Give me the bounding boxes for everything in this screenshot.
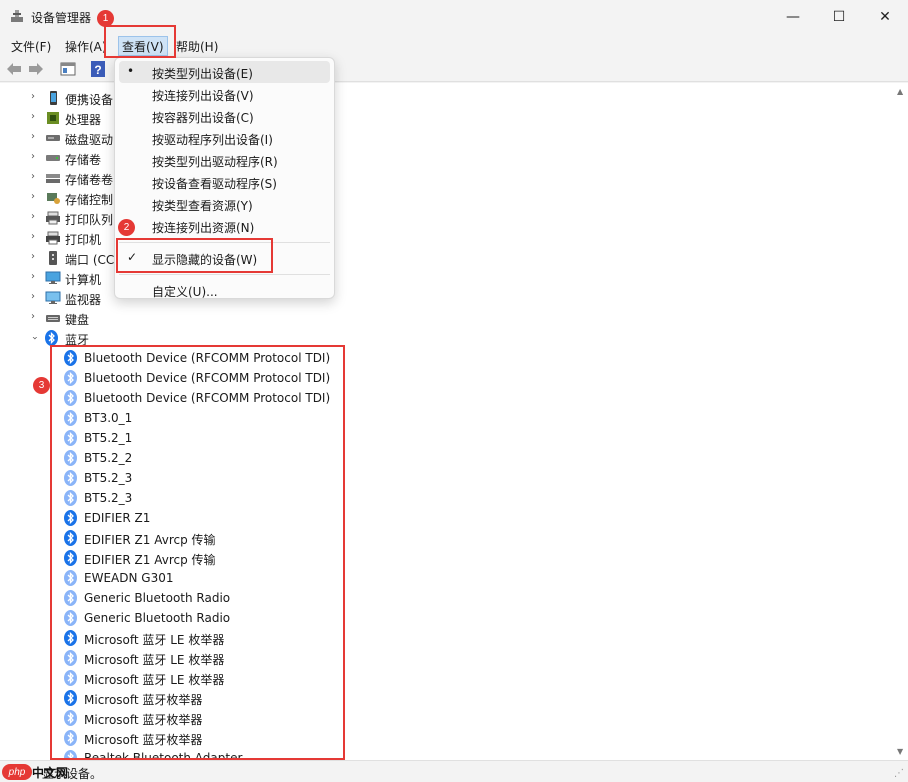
chevron-right-icon[interactable]: › (27, 171, 39, 185)
properties-icon (60, 62, 76, 76)
svg-text:?: ? (94, 63, 101, 77)
help-button[interactable]: ? (89, 60, 107, 78)
annotation-badge-3: 3 (33, 377, 50, 394)
tree-category-label: 存储控制 (65, 193, 114, 207)
view-menu-item[interactable]: 按连接列出设备(V) (119, 83, 330, 105)
annotation-box-view-menu (104, 25, 176, 58)
view-menu-item[interactable]: 按类型列出驱动程序(R) (119, 149, 330, 171)
watermark-logo: php (2, 764, 32, 780)
view-menu-item-label: 自定义(U)... (152, 285, 218, 299)
view-menu-item-label: 按类型查看资源(Y) (152, 199, 253, 213)
properties-button[interactable] (59, 60, 77, 78)
watermark-text: 中文网 (32, 766, 69, 780)
window-title: 设备管理器 (31, 11, 92, 25)
annotation-box-show-hidden (116, 238, 273, 273)
tree-category-row[interactable]: › 键盘 (0, 308, 893, 328)
back-button[interactable] (5, 60, 23, 78)
annotation-box-bluetooth-devices (50, 345, 345, 760)
menu-file[interactable]: 文件(F) (8, 37, 54, 56)
tree-category-label: 便携设备 (65, 93, 114, 107)
chevron-right-icon[interactable]: › (27, 251, 39, 265)
chevron-right-icon[interactable]: › (27, 231, 39, 245)
portable-device-icon (50, 91, 57, 105)
view-menu-item[interactable]: 按类型查看资源(Y) (119, 193, 330, 215)
help-icon: ? (91, 61, 105, 77)
status-bar: 显示设备。 (0, 760, 908, 782)
monitor-icon (45, 291, 61, 304)
port-icon (49, 251, 57, 265)
view-menu-item-label: 按连接列出资源(N) (152, 221, 255, 235)
chevron-right-icon[interactable]: › (27, 131, 39, 145)
chevron-right-icon[interactable]: › (27, 111, 39, 125)
printer-icon (46, 231, 60, 245)
view-menu-item-label: 按类型列出设备(E) (152, 67, 253, 81)
view-menu-customize[interactable]: 自定义(U)... (119, 279, 330, 301)
maximize-icon: ☐ (832, 9, 846, 25)
storage-controller-icon (47, 193, 60, 204)
annotation-badge-1: 1 (97, 10, 114, 27)
tree-category-label: 计算机 (65, 273, 102, 287)
view-menu-item[interactable]: 按连接列出资源(N) (119, 215, 330, 237)
close-icon: ✕ (879, 9, 891, 25)
print-queue-icon (46, 211, 60, 225)
vertical-scrollbar[interactable]: ▲ ▼ (893, 83, 908, 760)
tree-category-label: 打印机 (65, 233, 102, 247)
scroll-down-icon[interactable]: ▼ (897, 747, 903, 756)
view-menu-item-label: 按设备查看驱动程序(S) (152, 177, 277, 191)
view-menu-item-label: 按连接列出设备(V) (152, 89, 254, 103)
close-button[interactable]: ✕ (862, 0, 908, 34)
minimize-button[interactable]: — (770, 0, 816, 34)
menu-action[interactable]: 操作(A) (62, 37, 110, 56)
chevron-right-icon[interactable]: › (27, 151, 39, 165)
computer-icon (45, 271, 61, 284)
back-arrow-icon (7, 63, 21, 75)
menu-bullet-icon: • (127, 64, 135, 78)
tree-category-label: 键盘 (65, 313, 90, 327)
bluetooth-category-icon (45, 330, 61, 346)
processor-icon (47, 112, 59, 124)
chevron-down-icon[interactable]: › (26, 332, 40, 344)
tree-category-label: 打印队列 (65, 213, 114, 227)
tree-category-label: 磁盘驱动 (65, 133, 114, 147)
chevron-right-icon[interactable]: › (27, 211, 39, 225)
chevron-right-icon[interactable]: › (27, 291, 39, 305)
view-menu-item-label: 按驱动程序列出设备(I) (152, 133, 273, 147)
tree-category-label: 存储卷 (65, 153, 102, 167)
scroll-up-icon[interactable]: ▲ (897, 87, 903, 96)
view-menu-item-label: 按容器列出设备(C) (152, 111, 254, 125)
tree-category-label: 处理器 (65, 113, 102, 127)
forward-arrow-icon (29, 63, 43, 75)
tree-category-label: 端口 (CC (65, 253, 115, 267)
annotation-badge-2: 2 (118, 219, 135, 236)
forward-button[interactable] (27, 60, 45, 78)
view-menu-item[interactable]: • 按类型列出设备(E) (119, 61, 330, 83)
tree-category-label: 存储卷卷 (65, 173, 114, 187)
chevron-right-icon[interactable]: › (27, 191, 39, 205)
chevron-right-icon[interactable]: › (27, 91, 39, 105)
view-menu-item[interactable]: 按驱动程序列出设备(I) (119, 127, 330, 149)
view-menu-item[interactable]: 按设备查看驱动程序(S) (119, 171, 330, 193)
keyboard-icon (46, 315, 60, 322)
storage-volume-shadow-icon (46, 174, 60, 183)
storage-volume-icon (46, 155, 60, 161)
minimize-icon: — (786, 9, 800, 25)
chevron-right-icon[interactable]: › (27, 311, 39, 325)
maximize-button[interactable]: ☐ (816, 0, 862, 34)
disk-drive-icon (46, 135, 60, 141)
menu-separator (119, 274, 330, 275)
device-manager-icon (11, 10, 23, 22)
view-menu-item[interactable]: 按容器列出设备(C) (119, 105, 330, 127)
resize-grip-icon[interactable]: ⋰ (894, 768, 904, 779)
menu-help[interactable]: 帮助(H) (173, 37, 221, 56)
view-menu-item-label: 按类型列出驱动程序(R) (152, 155, 278, 169)
tree-category-label: 监视器 (65, 293, 102, 307)
chevron-right-icon[interactable]: › (27, 271, 39, 285)
